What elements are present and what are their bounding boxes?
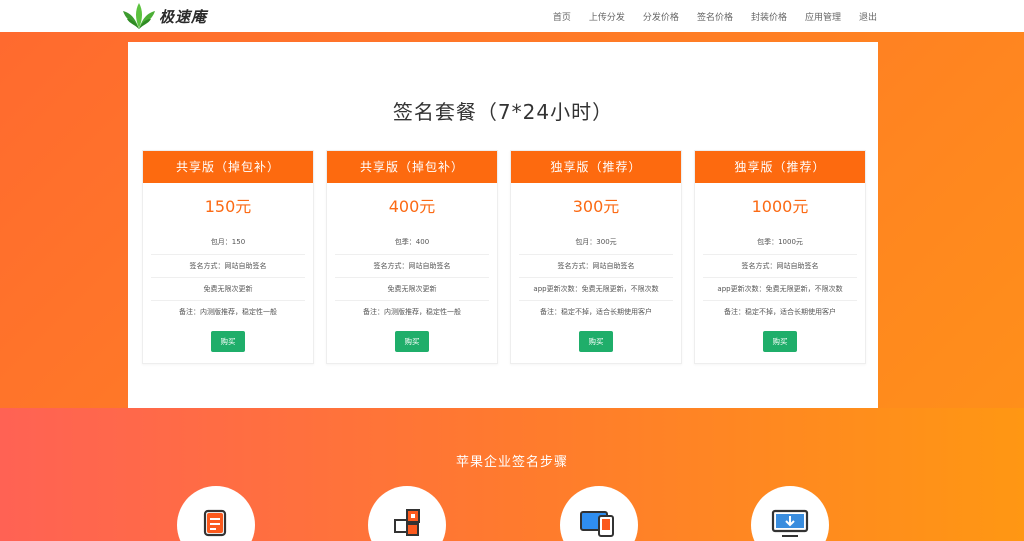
monitor-download-icon <box>771 509 809 537</box>
plan-detail: 免费无限次更新 <box>335 277 489 300</box>
step-circle <box>751 486 829 541</box>
plan-detail: 包季：400 <box>394 238 430 246</box>
plan-detail: 备注：稳定不掉，适合长期使用客户 <box>703 300 857 323</box>
plan-detail: 包季：1000元 <box>757 238 803 246</box>
plan-detail: 免费无限次更新 <box>151 277 305 300</box>
brand-logo[interactable]: 极速庵 <box>122 2 207 30</box>
buy-button[interactable]: 购买 <box>763 331 797 352</box>
nav-app-management[interactable]: 应用管理 <box>805 10 841 23</box>
plan-name: 独享版（推荐） <box>695 151 865 183</box>
buy-button[interactable]: 购买 <box>395 331 429 352</box>
buy-button[interactable]: 购买 <box>211 331 245 352</box>
plan-detail: 签名方式：网站自助签名 <box>151 254 305 277</box>
page-title: 签名套餐（7*24小时） <box>392 100 614 124</box>
step-circle <box>368 486 446 541</box>
plan-detail: app更新次数：免费无限更新，不限次数 <box>519 277 673 300</box>
plan-detail: 备注：稳定不掉，适合长期使用客户 <box>519 300 673 323</box>
steps-section: 苹果企业签名步骤 <box>0 408 1024 541</box>
plan-price: 1000元 <box>751 197 809 216</box>
plan-detail: 备注：内测版推荐，稳定性一般 <box>151 300 305 323</box>
pricing-panel: 签名套餐（7*24小时） 共享版（掉包补） 150元 包月：150 签名方式：网… <box>128 42 878 408</box>
grid-blocks-icon <box>394 509 420 536</box>
devices-icon <box>580 511 614 537</box>
top-nav-bar: 极速庵 首页 上传分发 分发价格 签名价格 封装价格 应用管理 退出 <box>0 0 1024 32</box>
plan-detail: 备注：内测版推荐，稳定性一般 <box>335 300 489 323</box>
nav-upload-distribute[interactable]: 上传分发 <box>589 10 625 23</box>
plan-detail: 包月：150 <box>210 238 246 246</box>
plan-detail: 签名方式：网站自助签名 <box>335 254 489 277</box>
plan-detail: 包月：300元 <box>575 238 617 246</box>
plan-detail: app更新次数：免费无限更新，不限次数 <box>703 277 857 300</box>
brand-name: 极速庵 <box>159 7 208 26</box>
plan-card: 独享版（推荐） 1000元 包季：1000元 签名方式：网站自助签名 app更新… <box>694 150 866 364</box>
plan-detail: 签名方式：网站自助签名 <box>519 254 673 277</box>
plan-name: 共享版（掉包补） <box>327 151 497 183</box>
plan-card: 共享版（掉包补） 150元 包月：150 签名方式：网站自助签名 免费无限次更新… <box>142 150 314 364</box>
nav-logout[interactable]: 退出 <box>859 10 877 23</box>
nav-distribute-price[interactable]: 分发价格 <box>643 10 679 23</box>
plan-price: 150元 <box>204 197 252 216</box>
nav-signature-price[interactable]: 签名价格 <box>697 10 733 23</box>
plan-price: 300元 <box>572 197 620 216</box>
nav-home[interactable]: 首页 <box>553 10 571 23</box>
plan-name: 共享版（掉包补） <box>143 151 313 183</box>
nav-package-price[interactable]: 封装价格 <box>751 10 787 23</box>
plan-price: 400元 <box>388 197 436 216</box>
plan-detail: 签名方式：网站自助签名 <box>703 254 857 277</box>
step-circle <box>177 486 255 541</box>
buy-button[interactable]: 购买 <box>579 331 613 352</box>
plan-card: 独享版（推荐） 300元 包月：300元 签名方式：网站自助签名 app更新次数… <box>510 150 682 364</box>
leaf-logo-icon <box>123 3 155 29</box>
plan-name: 独享版（推荐） <box>511 151 681 183</box>
plan-card: 共享版（掉包补） 400元 包季：400 签名方式：网站自助签名 免费无限次更新… <box>326 150 498 364</box>
main-nav: 首页 上传分发 分发价格 签名价格 封装价格 应用管理 退出 <box>535 0 877 32</box>
document-edit-icon <box>203 509 227 537</box>
step-circle <box>560 486 638 541</box>
steps-title: 苹果企业签名步骤 <box>455 455 568 470</box>
